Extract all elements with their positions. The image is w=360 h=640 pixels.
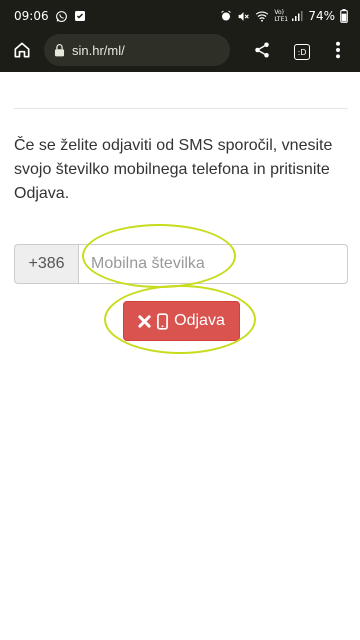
- more-menu-button[interactable]: [320, 32, 356, 72]
- unsubscribe-button[interactable]: Odjava: [123, 301, 240, 341]
- wifi-icon: [255, 10, 269, 22]
- home-icon: [12, 40, 32, 65]
- mobile-number-input[interactable]: [78, 244, 348, 284]
- tabs-button[interactable]: :D: [284, 32, 320, 72]
- status-bar: 09:06 Vo) LTE1 74%: [0, 0, 360, 32]
- home-button[interactable]: [0, 32, 44, 72]
- status-left: 09:06: [14, 9, 86, 23]
- unsubscribe-button-label: Odjava: [174, 312, 225, 329]
- tabs-icon: :D: [294, 44, 310, 60]
- download-check-icon: [74, 10, 86, 22]
- alarm-icon: [220, 10, 232, 22]
- battery-percentage: 74%: [308, 9, 335, 23]
- country-code-addon: +386: [14, 244, 78, 284]
- content-divider: [14, 108, 348, 109]
- phone-input-group: +386: [14, 244, 348, 284]
- signal-icon: [291, 10, 303, 22]
- browser-toolbar: sin.hr/ml/ :D: [0, 32, 360, 72]
- whatsapp-icon: [55, 10, 68, 23]
- more-vert-icon: [335, 41, 341, 64]
- address-bar[interactable]: sin.hr/ml/: [44, 34, 230, 66]
- network-label: Vo) LTE1: [274, 9, 289, 23]
- lock-icon: [54, 43, 65, 57]
- clock: 09:06: [14, 9, 49, 23]
- share-button[interactable]: [244, 32, 280, 72]
- mobile-phone-icon: [157, 312, 169, 330]
- url-text: sin.hr/ml/: [72, 42, 125, 58]
- unsubscribe-instructions: Če se želite odjaviti od SMS sporočil, v…: [14, 137, 333, 202]
- share-icon: [253, 41, 271, 64]
- times-icon: [138, 314, 151, 328]
- battery-icon: [340, 9, 348, 23]
- status-right: Vo) LTE1 74%: [220, 9, 348, 23]
- mute-icon: [237, 10, 250, 23]
